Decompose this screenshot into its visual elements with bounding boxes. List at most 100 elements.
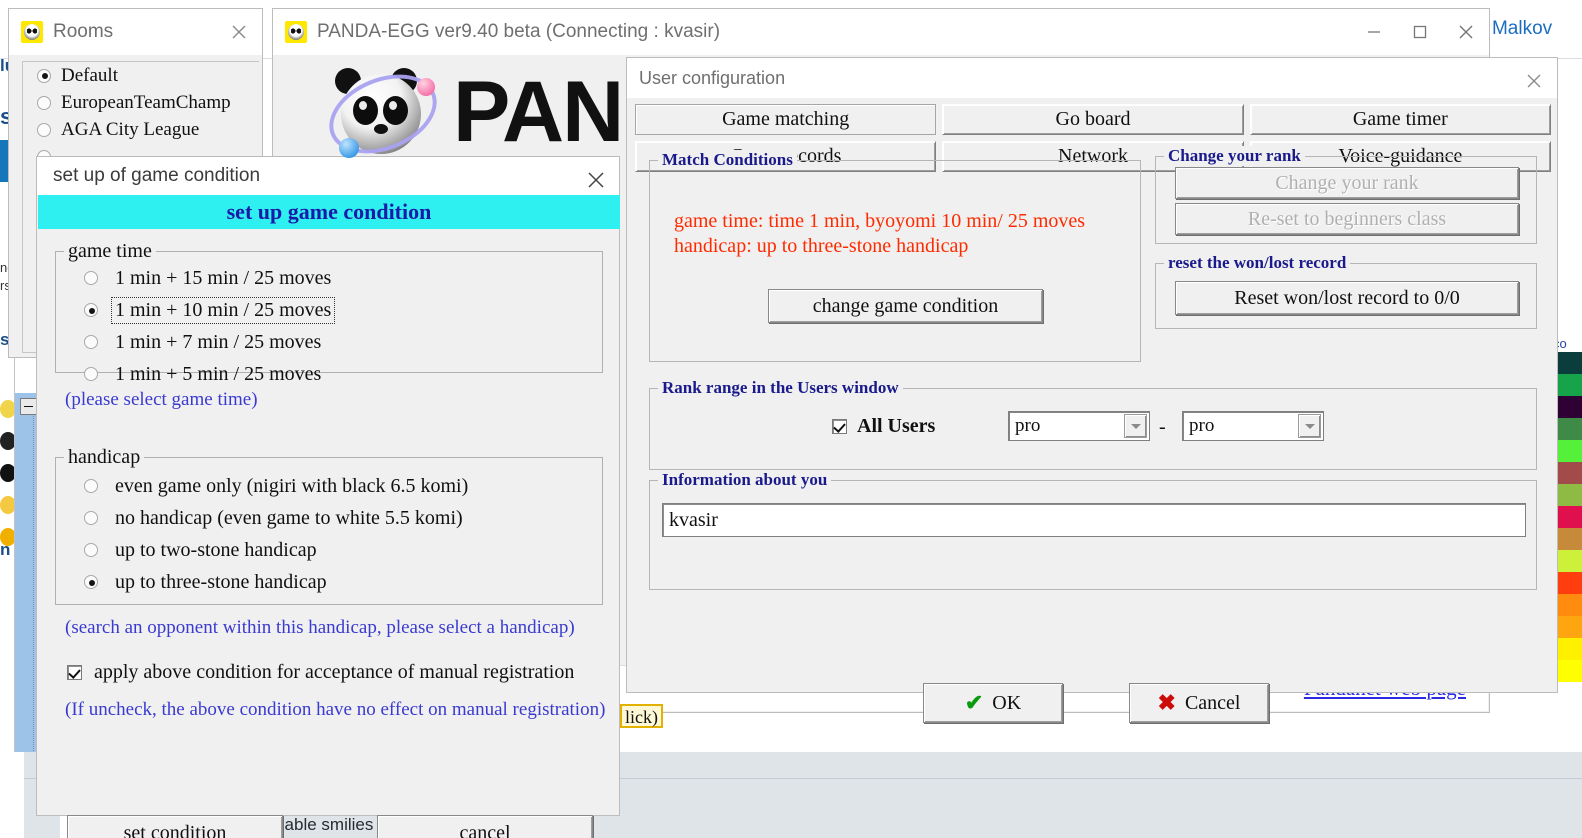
palette-swatch[interactable] [1556,660,1582,682]
palette-swatch[interactable] [1556,462,1582,484]
palette-swatch[interactable] [1556,484,1582,506]
minimize-icon[interactable] [1351,9,1397,55]
user-configuration-window[interactable]: User configuration Game matching Go board… [626,57,1558,723]
reset-to-beginners-class-button[interactable]: Re-set to beginners class [1175,203,1519,235]
panda-egg-titlebar[interactable]: PANDA-EGG ver9.40 beta (Connecting : kva… [273,9,1489,55]
panda-icon [21,21,43,43]
rank-from-value: pro [1015,415,1041,436]
game-time-option[interactable]: 1 min + 15 min / 25 moves [56,262,602,294]
room-label: Default [61,64,118,86]
handicap-radio[interactable] [84,575,98,589]
game-condition-cancel-button[interactable]: cancel [377,815,593,838]
palette-swatch[interactable] [1556,352,1582,374]
ok-button-label: OK [992,691,1022,714]
palette-swatch[interactable] [1556,528,1582,550]
palette-swatch[interactable] [1556,594,1582,616]
rooms-window-controls[interactable] [216,9,262,55]
game-time-option[interactable]: 1 min + 10 min / 25 moves [56,294,602,326]
panda-icon [285,21,307,43]
game-time-group: game time 1 min + 15 min / 25 moves 1 min… [55,240,603,385]
palette-swatch[interactable] [1556,374,1582,396]
handicap-radio[interactable] [84,543,98,557]
palette-swatch[interactable] [1556,440,1582,462]
cancel-button[interactable]: ✖ Cancel [1129,683,1269,723]
change-game-condition-button[interactable]: change game condition [768,289,1043,323]
all-users-checkbox[interactable] [832,419,847,434]
apply-condition-checkbox[interactable] [67,665,82,680]
room-radio[interactable] [37,122,51,137]
room-label: AGA City League [61,118,200,140]
palette-swatch[interactable] [1556,418,1582,440]
game-time-option-label: 1 min + 15 min / 25 moves [115,266,332,289]
handicap-option[interactable]: up to three-stone handicap [56,566,602,598]
tab-go-board[interactable]: Go board [942,104,1244,135]
room-list-item[interactable]: Default [23,62,259,89]
handicap-option-label: even game only (nigiri with black 6.5 ko… [115,474,469,497]
chevron-down-icon[interactable] [1124,414,1147,438]
game-time-radio[interactable] [84,271,98,285]
game-time-radio[interactable] [84,335,98,349]
forum-bottom-left-gap [0,752,24,838]
maximize-icon[interactable] [1397,9,1443,55]
room-radio[interactable] [37,68,51,83]
match-conditions-line-2: handicap: up to three-stone handicap [674,235,969,257]
room-radio[interactable] [37,95,51,110]
cross-icon: ✖ [1157,690,1176,715]
game-time-options[interactable]: 1 min + 15 min / 25 moves 1 min + 10 min … [56,262,602,390]
game-time-radio[interactable] [84,367,98,381]
match-conditions-legend: Match Conditions [658,150,797,170]
close-icon[interactable] [1443,9,1489,55]
handicap-option-label: up to three-stone handicap [115,570,327,593]
palette-swatch[interactable] [1556,616,1582,638]
tab-game-timer[interactable]: Game timer [1249,104,1551,135]
game-time-hint: (please select game time) [65,389,258,410]
information-input[interactable]: kvasir [662,503,1526,537]
panda-logo-icon [317,59,449,169]
handicap-options[interactable]: even game only (nigiri with black 6.5 ko… [56,470,602,598]
game-time-option-label: 1 min + 5 min / 25 moves [115,362,322,385]
reset-record-group: reset the won/lost record Reset won/lost… [1155,253,1537,329]
tree-guide-line [33,416,34,776]
panda-egg-window-controls[interactable] [1351,9,1489,55]
game-condition-titlebar[interactable]: set up of game condition [37,157,619,195]
match-conditions-line-1: game time: time 1 min, byoyomi 10 min/ 2… [674,210,1086,232]
rank-from-select[interactable]: pro [1008,411,1150,441]
set-condition-button[interactable]: set condition [67,815,283,838]
change-your-rank-button[interactable]: Change your rank [1175,167,1519,199]
handicap-hint: (search an opponent within this handicap… [65,617,575,638]
tree-collapse-icon[interactable] [20,398,37,415]
rank-range-separator: - [1159,416,1166,438]
all-users-checkbox-row[interactable]: All Users [832,415,935,438]
all-users-label: All Users [857,415,936,437]
handicap-option[interactable]: no handicap (even game to white 5.5 komi… [56,502,602,534]
chevron-down-icon[interactable] [1298,414,1321,438]
palette-swatch[interactable] [1556,506,1582,528]
palette-swatch[interactable] [1556,638,1582,660]
handicap-option[interactable]: even game only (nigiri with black 6.5 ko… [56,470,602,502]
handicap-radio[interactable] [84,511,98,525]
user-configuration-titlebar[interactable]: User configuration [627,58,1557,98]
rooms-titlebar[interactable]: Rooms [9,9,262,55]
palette-swatch[interactable] [1556,550,1582,572]
handicap-option[interactable]: up to two-stone handicap [56,534,602,566]
apply-condition-label: apply above condition for acceptance of … [94,661,575,683]
reset-won-lost-record-button[interactable]: Reset won/lost record to 0/0 [1175,281,1519,315]
room-list-item[interactable]: EuropeanTeamChamp [23,89,259,116]
tab-game-matching[interactable]: Game matching [635,104,937,135]
close-icon[interactable] [216,9,262,55]
game-time-option[interactable]: 1 min + 5 min / 25 moves [56,358,602,390]
cancel-button-label: Cancel [1184,691,1241,714]
handicap-radio[interactable] [84,479,98,493]
game-time-radio[interactable] [84,303,98,317]
ok-button[interactable]: ✔ OK [923,683,1063,723]
palette-swatch[interactable] [1556,572,1582,594]
room-label: EuropeanTeamChamp [61,91,231,113]
room-list-item[interactable]: AGA City League [23,116,259,143]
rank-to-select[interactable]: pro [1182,411,1324,441]
game-condition-body: game time 1 min + 15 min / 25 moves 1 min… [37,229,619,838]
palette-swatch[interactable] [1556,396,1582,418]
game-time-option[interactable]: 1 min + 7 min / 25 moves [56,326,602,358]
game-time-legend: game time [64,240,156,263]
game-condition-window[interactable]: set up of game condition set up game con… [36,156,620,838]
apply-condition-row[interactable]: apply above condition for acceptance of … [67,661,574,684]
